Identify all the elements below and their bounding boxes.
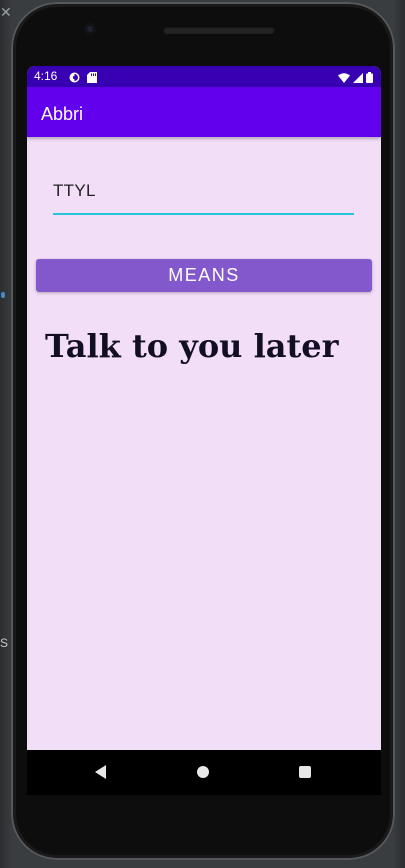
side-indicator [1, 292, 5, 298]
close-icon[interactable]: ✕ [0, 4, 14, 20]
app-title: Abbri [41, 104, 84, 124]
abbreviation-input-value[interactable]: TTYL [53, 181, 96, 201]
side-edge-letter: S [0, 636, 9, 650]
battery-icon [366, 70, 373, 88]
status-left-icons [69, 70, 97, 88]
status-time: 4:16 [34, 69, 58, 83]
wifi-icon [338, 70, 350, 88]
front-camera [84, 23, 96, 35]
abbreviation-input[interactable]: TTYL [53, 170, 354, 215]
recents-icon[interactable] [299, 766, 311, 778]
back-icon[interactable] [94, 765, 108, 784]
home-icon[interactable] [197, 766, 209, 778]
status-bar: 4:16 [27, 66, 381, 87]
meaning-result: Talk to you later [45, 327, 339, 365]
navigation-bar [27, 750, 381, 795]
app-screen: 4:16 Abbri TTYL MEANS Talk to you later [27, 66, 381, 750]
means-button-label: MEANS [168, 265, 240, 285]
status-right-icons [338, 70, 373, 88]
means-button[interactable]: MEANS [36, 259, 372, 292]
sd-card-icon [87, 70, 97, 88]
earpiece-speaker [163, 26, 275, 34]
data-saver-icon [69, 70, 80, 88]
app-bar: Abbri [27, 87, 381, 137]
cell-signal-icon [353, 70, 363, 88]
